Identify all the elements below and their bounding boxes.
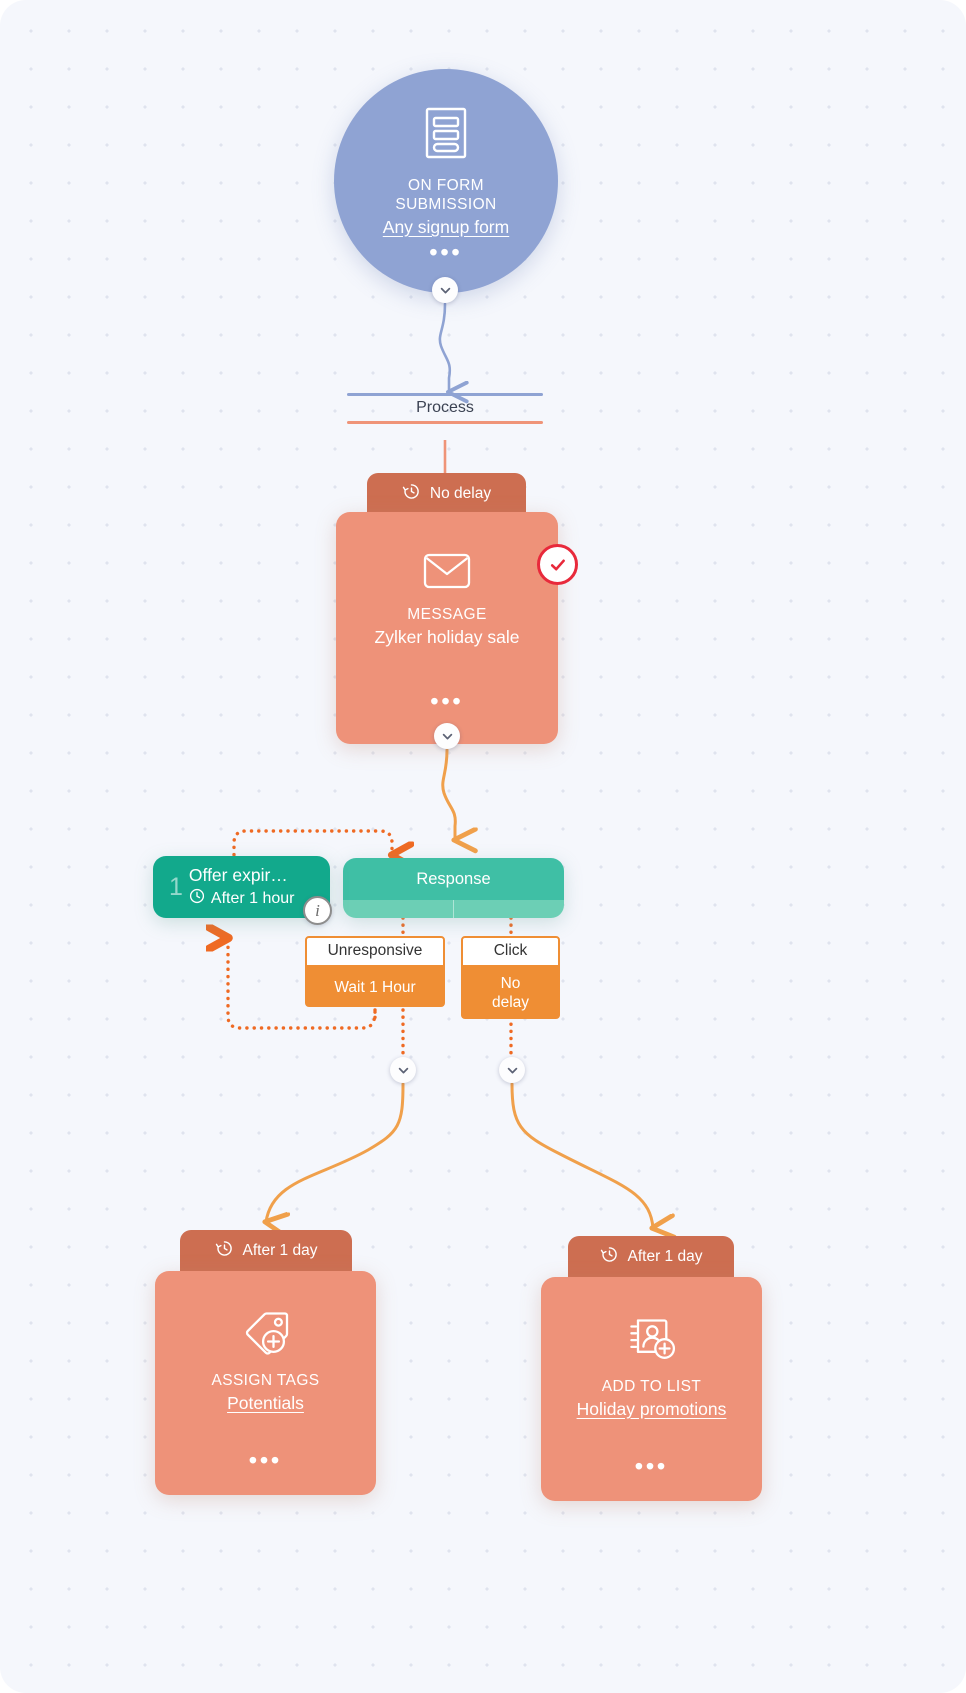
- offer-number: 1: [169, 872, 183, 901]
- branch-unresponsive-body[interactable]: Wait 1 Hour: [305, 967, 445, 1007]
- unresponsive-expand-chevron[interactable]: [390, 1057, 416, 1083]
- add-to-list-menu-button[interactable]: •••: [541, 1455, 762, 1478]
- response-label: Response: [343, 858, 564, 900]
- assign-tags-title[interactable]: Potentials: [227, 1393, 304, 1414]
- add-to-list-title[interactable]: Holiday promotions: [577, 1399, 727, 1420]
- assign-tags-delay-pill[interactable]: After 1 day: [180, 1230, 352, 1271]
- branch-unresponsive-head: Unresponsive: [305, 936, 445, 967]
- clock-icon: [189, 888, 205, 909]
- add-to-list-delay-label: After 1 day: [627, 1247, 703, 1265]
- assign-tags-delay-label: After 1 day: [242, 1241, 318, 1259]
- action-card-add-to-list[interactable]: ADD TO LIST Holiday promotions •••: [541, 1277, 762, 1501]
- assign-tags-kind: ASSIGN TAGS: [211, 1372, 320, 1389]
- branch-click-head: Click: [461, 936, 560, 967]
- clock-rewind-icon: [402, 482, 421, 506]
- trigger-kind: ON FORM SUBMISSION: [395, 177, 497, 213]
- message-expand-chevron[interactable]: [434, 723, 460, 749]
- message-status-badge: [537, 544, 578, 585]
- action-card-message[interactable]: MESSAGE Zylker holiday sale •••: [336, 512, 558, 744]
- branch-unresponsive[interactable]: Unresponsive Wait 1 Hour: [305, 936, 445, 1007]
- message-menu-button[interactable]: •••: [336, 690, 558, 713]
- trigger-title-link[interactable]: Any signup form: [383, 217, 509, 238]
- envelope-icon: [423, 552, 471, 595]
- add-to-list-delay-pill[interactable]: After 1 day: [568, 1236, 734, 1277]
- offer-info-badge[interactable]: i: [303, 896, 332, 925]
- trigger-node-on-form-submission[interactable]: ON FORM SUBMISSION Any signup form •••: [334, 69, 558, 293]
- clock-rewind-icon: [600, 1245, 619, 1269]
- trigger-menu-button[interactable]: •••: [429, 241, 462, 264]
- offer-name: Offer expir…: [188, 865, 288, 885]
- trigger-expand-chevron[interactable]: [432, 277, 458, 303]
- branch-click[interactable]: Click No delay: [461, 936, 560, 1019]
- workflow-canvas[interactable]: ON FORM SUBMISSION Any signup form ••• P…: [0, 0, 966, 1693]
- response-track-right: [454, 900, 564, 918]
- response-node[interactable]: Response: [343, 858, 564, 918]
- message-delay-pill[interactable]: No delay: [367, 473, 526, 514]
- tag-plus-icon: [242, 1311, 290, 1361]
- message-delay-label: No delay: [429, 484, 492, 502]
- process-divider: Process: [347, 393, 543, 424]
- divider-label: Process: [416, 399, 474, 416]
- offer-time: After 1 hour: [189, 888, 295, 909]
- response-track-left: [343, 900, 453, 918]
- add-contact-to-list-icon: [628, 1317, 676, 1367]
- divider-bottom-bar: [347, 421, 543, 424]
- clock-rewind-icon: [215, 1239, 234, 1263]
- add-to-list-kind: ADD TO LIST: [601, 1378, 702, 1395]
- click-expand-chevron[interactable]: [499, 1057, 525, 1083]
- action-card-assign-tags[interactable]: ASSIGN TAGS Potentials •••: [155, 1271, 376, 1495]
- message-title[interactable]: Zylker holiday sale: [375, 627, 520, 648]
- form-icon: [423, 107, 469, 164]
- message-kind: MESSAGE: [407, 606, 487, 623]
- branch-click-body[interactable]: No delay: [461, 967, 560, 1019]
- assign-tags-menu-button[interactable]: •••: [155, 1449, 376, 1472]
- response-branch-tracks: [343, 900, 564, 918]
